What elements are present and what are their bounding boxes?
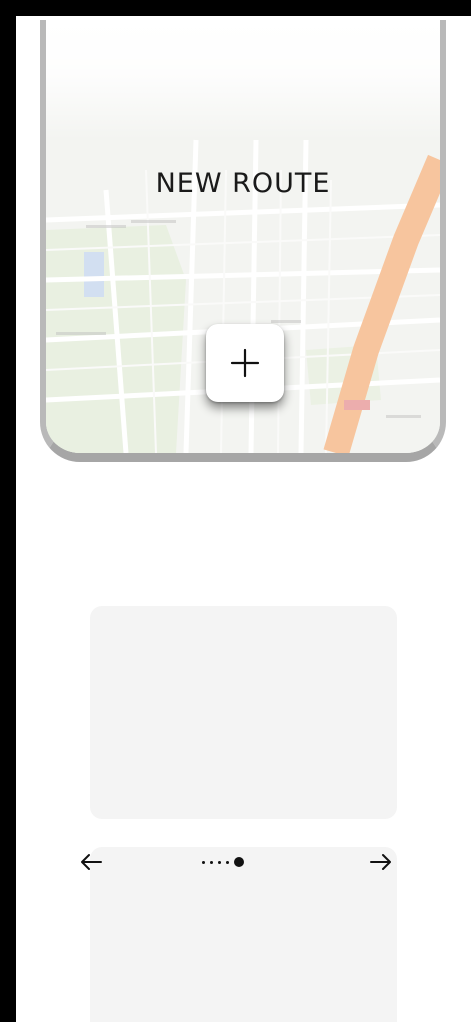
page-dot[interactable] bbox=[210, 860, 213, 864]
page-indicator bbox=[202, 856, 244, 868]
add-route-button[interactable] bbox=[206, 324, 284, 402]
new-route-map-card: NEW ROUTE bbox=[40, 20, 446, 462]
arrow-right-icon bbox=[370, 854, 391, 870]
previous-page-button[interactable] bbox=[74, 845, 108, 879]
page-dot[interactable] bbox=[202, 860, 205, 864]
page-dot[interactable] bbox=[226, 860, 229, 864]
screen-edge-left bbox=[0, 0, 16, 1022]
plus-icon bbox=[230, 348, 260, 378]
page-title: NEW ROUTE bbox=[155, 168, 331, 199]
map-top-fade bbox=[46, 20, 440, 140]
next-page-button[interactable] bbox=[364, 845, 398, 879]
pager bbox=[60, 845, 418, 879]
screen-edge-top bbox=[0, 0, 471, 16]
page-dot-active[interactable] bbox=[234, 857, 244, 867]
placeholder-card bbox=[90, 606, 397, 819]
page-dot[interactable] bbox=[218, 860, 221, 864]
arrow-left-icon bbox=[81, 854, 102, 870]
